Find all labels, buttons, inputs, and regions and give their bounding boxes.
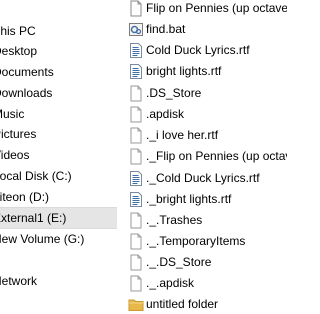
- file-name: untitled folder: [146, 297, 219, 311]
- file-row[interactable]: ._.DS_Store: [124, 252, 287, 273]
- file-row[interactable]: bright lights.rtf: [124, 61, 287, 82]
- file-row[interactable]: .DS_Store: [124, 83, 287, 104]
- blank-file-icon: [128, 85, 144, 102]
- file-name: ._bright lights.rtf: [146, 192, 232, 206]
- file-name: ._Flip on Pennies (up octave): [146, 149, 287, 163]
- file-name: find.bat: [146, 22, 186, 36]
- file-row[interactable]: ._Flip on Pennies (up octave): [124, 146, 287, 167]
- blank-file-icon: [128, 127, 144, 144]
- nav-item-downloads[interactable]: Downloads: [0, 83, 117, 103]
- file-row[interactable]: .apdisk: [124, 104, 287, 125]
- nav-item-external1-e[interactable]: External1 (E:): [0, 207, 117, 229]
- blank-file-icon: [128, 106, 144, 123]
- nav-item-label: Pictures: [0, 127, 37, 141]
- nav-item-label: Network: [0, 274, 38, 288]
- nav-item-label: Documents: [0, 65, 54, 79]
- nav-item-label: Videos: [0, 148, 30, 162]
- blank-file-icon: [128, 148, 144, 165]
- file-name: ._.Trashes: [146, 213, 203, 227]
- nav-item-this-pc[interactable]: This PC: [0, 21, 117, 41]
- file-name: ._Cold Duck Lyrics.rtf: [146, 171, 260, 185]
- rtf-document-icon: [128, 42, 144, 59]
- nav-item-label: Desktop: [0, 44, 38, 58]
- nav-item-documents[interactable]: Documents: [0, 62, 117, 82]
- file-name: .apdisk: [146, 107, 185, 121]
- nav-item-desktop[interactable]: Desktop: [0, 41, 117, 61]
- nav-item-label: Downloads: [0, 86, 53, 100]
- file-name: Flip on Pennies (up octave): [146, 1, 287, 15]
- file-name: ._.apdisk: [146, 276, 195, 290]
- nav-item-pictures[interactable]: Pictures: [0, 124, 117, 144]
- file-row[interactable]: ._.Trashes: [124, 210, 287, 231]
- file-name: bright lights.rtf: [146, 64, 222, 78]
- file-row[interactable]: ._bright lights.rtf: [124, 189, 287, 210]
- file-row[interactable]: find.bat: [124, 19, 287, 40]
- nav-item-label: Music: [0, 107, 25, 121]
- file-row[interactable]: Cold Duck Lyrics.rtf: [124, 40, 287, 61]
- nav-item-liteon-d[interactable]: Liteon (D:): [0, 187, 117, 207]
- nav-item-network[interactable]: Network: [0, 271, 117, 291]
- file-row[interactable]: ._.TemporaryItems: [124, 231, 287, 252]
- file-name: ._.DS_Store: [146, 255, 212, 269]
- nav-item-music[interactable]: Music: [0, 104, 117, 124]
- rtf-document-icon: [128, 170, 144, 187]
- folder-icon: [128, 296, 144, 313]
- file-row[interactable]: ._.apdisk: [124, 273, 287, 294]
- file-list: Flip on Pennies (up octave) find.bat Cold …: [124, 0, 287, 314]
- file-name: .DS_Store: [146, 86, 202, 100]
- nav-item-new-volume-g[interactable]: New Volume (G:): [0, 229, 117, 249]
- file-row[interactable]: untitled folder: [124, 294, 287, 314]
- nav-item-label: This PC: [0, 24, 36, 38]
- nav-item-label: Local Disk (C:): [0, 169, 72, 183]
- nav-item-label: External1 (E:): [0, 211, 67, 225]
- navigation-pane: This PC Desktop Documents Downloads Musi…: [0, 0, 117, 314]
- file-name: Cold Duck Lyrics.rtf: [146, 43, 250, 57]
- blank-file-icon: [128, 254, 144, 271]
- nav-item-label: Liteon (D:): [0, 190, 50, 204]
- nav-item-videos[interactable]: Videos: [0, 145, 117, 165]
- document-icon: [128, 0, 144, 17]
- file-row[interactable]: Flip on Pennies (up octave): [124, 0, 287, 19]
- blank-file-icon: [128, 212, 144, 229]
- file-row[interactable]: ._i love her.rtf: [124, 125, 287, 146]
- blank-file-icon: [128, 275, 144, 292]
- nav-item-local-disk-c[interactable]: Local Disk (C:): [0, 166, 117, 186]
- blank-file-icon: [128, 233, 144, 250]
- rtf-document-icon: [128, 191, 144, 208]
- batch-file-icon: [128, 21, 144, 38]
- file-name: ._.TemporaryItems: [146, 234, 246, 248]
- rtf-document-icon: [128, 63, 144, 80]
- nav-item-label: New Volume (G:): [0, 232, 85, 246]
- file-row[interactable]: ._Cold Duck Lyrics.rtf: [124, 168, 287, 189]
- file-name: ._i love her.rtf: [146, 128, 219, 142]
